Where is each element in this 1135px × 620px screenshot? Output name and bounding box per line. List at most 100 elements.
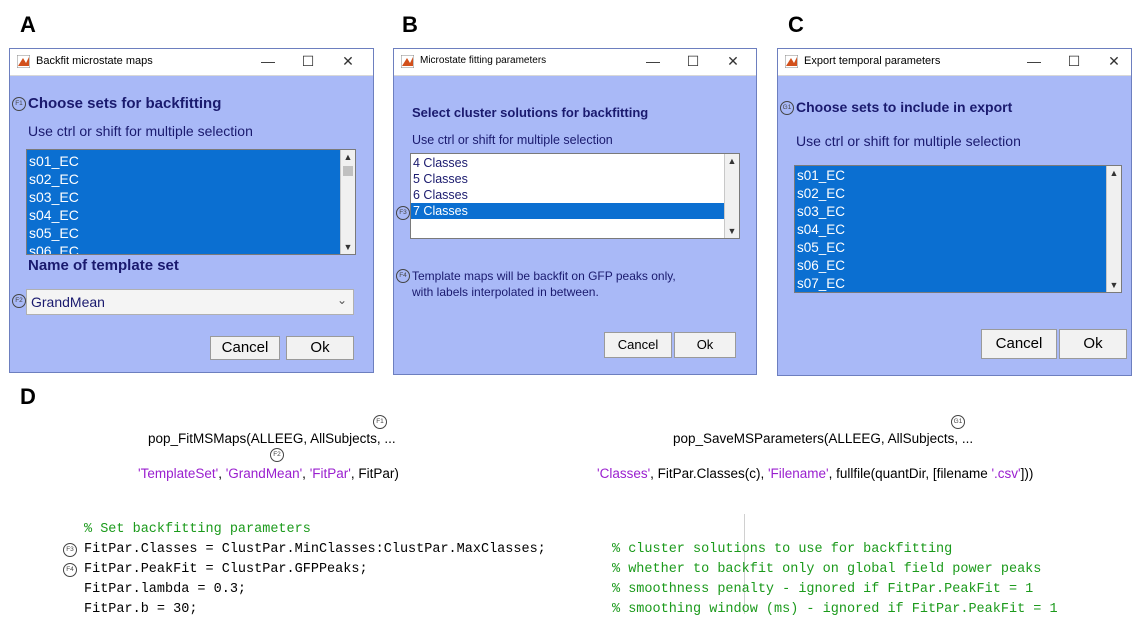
list-item[interactable]: 5 Classes — [411, 171, 739, 187]
list-item[interactable]: s05_EC — [795, 239, 1121, 257]
annotation-badge-f1: F1 — [12, 97, 26, 111]
string-templateset: 'TemplateSet' — [138, 466, 219, 481]
code-line-b: FitPar.b = 30; — [84, 602, 198, 617]
code-comment-peakfit: % whether to backfit only on global fiel… — [612, 562, 1042, 577]
string-grandmean: 'GrandMean' — [225, 466, 303, 481]
code-line-peakfit: FitPar.PeakFit = ClustPar.GFPPeaks; — [84, 562, 368, 577]
scroll-down-icon[interactable]: ▼ — [725, 224, 739, 238]
list-item[interactable]: s01_EC — [27, 152, 355, 170]
annotation-badge-g1: G1 — [951, 415, 965, 429]
annotation-badge-f2: F2 — [12, 294, 26, 308]
panel-letter-a: A — [20, 12, 36, 37]
selection-hint: Use ctrl or shift for multiple selection — [28, 123, 253, 139]
cancel-button[interactable]: Cancel — [981, 329, 1057, 359]
export-sets-listbox[interactable]: s01_EC s02_EC s03_EC s04_EC s05_EC s06_E… — [794, 165, 1122, 293]
sets-heading: Choose sets for backfitting — [28, 95, 222, 112]
list-item[interactable]: s03_EC — [795, 203, 1121, 221]
annotation-badge-f2: F2 — [270, 448, 284, 462]
fitmsmaps-call-line2: 'TemplateSet', 'GrandMean', 'FitPar', Fi… — [138, 466, 399, 481]
code-comment-b: % smoothing window (ms) - ignored if Fit… — [612, 602, 1058, 617]
code-text: , FitPar.Classes(c), — [650, 466, 768, 481]
code-line-lambda: FitPar.lambda = 0.3; — [84, 582, 247, 597]
savemsparameters-call-line1: pop_SaveMSParameters(ALLEEG, AllSubjects… — [673, 431, 974, 446]
panel-letter-c: C — [788, 12, 804, 37]
matlab-app-icon — [401, 55, 414, 68]
list-item[interactable]: s04_EC — [795, 221, 1121, 239]
title-bar: Backfit microstate maps — ☐ ✕ — [10, 49, 373, 76]
scrollbar[interactable]: ▲ ▼ — [1106, 166, 1121, 292]
list-item[interactable]: 6 Classes — [411, 187, 739, 203]
minimize-icon[interactable]: — — [1021, 51, 1047, 71]
ok-button[interactable]: Ok — [286, 336, 354, 360]
separator: , — [302, 466, 310, 481]
cancel-button[interactable]: Cancel — [604, 332, 672, 358]
annotation-badge-f3: F3 — [396, 206, 410, 220]
scroll-down-icon[interactable]: ▼ — [1107, 278, 1121, 292]
scroll-up-icon[interactable]: ▲ — [341, 150, 355, 164]
ok-button[interactable]: Ok — [674, 332, 736, 358]
dialog-export-temporal-parameters: Export temporal parameters — ☐ ✕ G1 Choo… — [777, 48, 1132, 376]
list-item[interactable]: s02_EC — [795, 185, 1121, 203]
classes-heading: Select cluster solutions for backfitting — [412, 105, 649, 120]
cancel-button[interactable]: Cancel — [210, 336, 280, 360]
separator: , — [218, 466, 226, 481]
list-item[interactable]: s07_EC — [795, 275, 1121, 292]
close-icon[interactable]: ✕ — [335, 51, 361, 71]
ok-button[interactable]: Ok — [1059, 329, 1127, 359]
scroll-up-icon[interactable]: ▲ — [725, 154, 739, 168]
minimize-icon[interactable]: — — [640, 51, 666, 71]
maximize-icon[interactable]: ☐ — [295, 51, 321, 71]
annotation-badge-f1: F1 — [373, 415, 387, 429]
code-header-comment: % Set backfitting parameters — [84, 522, 311, 537]
code-comment-classes: % cluster solutions to use for backfitti… — [612, 542, 953, 557]
title-bar: Export temporal parameters — ☐ ✕ — [778, 49, 1131, 76]
list-item[interactable]: s01_EC — [795, 167, 1121, 185]
list-item[interactable]: s02_EC — [27, 170, 355, 188]
list-item[interactable]: s06_EC — [27, 242, 355, 254]
peakfit-note-line2: with labels interpolated in between. — [412, 285, 599, 299]
export-heading: Choose sets to include in export — [796, 99, 1013, 115]
close-icon[interactable]: ✕ — [1101, 51, 1127, 71]
panel-letter-d: D — [20, 384, 36, 409]
scrollbar[interactable]: ▲ ▼ — [340, 150, 355, 254]
scroll-thumb[interactable] — [343, 166, 353, 176]
template-select-value: GrandMean — [31, 294, 105, 310]
matlab-app-icon — [785, 55, 798, 68]
template-select[interactable]: GrandMean ⌄ — [26, 289, 354, 315]
list-item[interactable]: s06_EC — [795, 257, 1121, 275]
string-csv: '.csv' — [991, 466, 1021, 481]
classes-listbox[interactable]: 4 Classes 5 Classes 6 Classes 7 Classes … — [410, 153, 740, 239]
code-text: ])) — [1020, 466, 1034, 481]
scroll-down-icon[interactable]: ▼ — [341, 240, 355, 254]
close-icon[interactable]: ✕ — [720, 51, 746, 71]
annotation-badge-f4: F4 — [396, 269, 410, 283]
panel-letter-b: B — [402, 12, 418, 37]
selection-hint: Use ctrl or shift for multiple selection — [412, 133, 613, 147]
list-item[interactable]: 4 Classes — [411, 155, 739, 171]
window-title: Export temporal parameters — [804, 55, 941, 67]
list-item[interactable]: s05_EC — [27, 224, 355, 242]
sets-listbox[interactable]: s01_EC s02_EC s03_EC s04_EC s05_EC s06_E… — [26, 149, 356, 255]
chevron-down-icon[interactable]: ⌄ — [337, 293, 347, 307]
maximize-icon[interactable]: ☐ — [1061, 51, 1087, 71]
matlab-app-icon — [17, 55, 30, 68]
minimize-icon[interactable]: — — [255, 51, 281, 71]
window-title: Microstate fitting parameters — [420, 55, 547, 66]
string-classes: 'Classes' — [597, 466, 651, 481]
list-item[interactable]: s03_EC — [27, 188, 355, 206]
string-fitpar: 'FitPar' — [309, 466, 351, 481]
scroll-up-icon[interactable]: ▲ — [1107, 166, 1121, 180]
list-item[interactable]: s04_EC — [27, 206, 355, 224]
annotation-badge-g1: G1 — [780, 101, 794, 115]
maximize-icon[interactable]: ☐ — [680, 51, 706, 71]
savemsparameters-call-line2: 'Classes', FitPar.Classes(c), 'Filename'… — [597, 466, 1033, 481]
dialog-backfit-microstate-maps: Backfit microstate maps — ☐ ✕ F1 Choose … — [9, 48, 374, 373]
title-bar: Microstate fitting parameters — ☐ ✕ — [394, 49, 756, 76]
list-item-selected[interactable]: 7 Classes — [411, 203, 724, 219]
string-filename: 'Filename' — [767, 466, 829, 481]
template-heading: Name of template set — [28, 257, 179, 274]
scrollbar[interactable]: ▲ ▼ — [724, 154, 739, 238]
code-comment-lambda: % smoothness penalty - ignored if FitPar… — [612, 582, 1034, 597]
code-text: , fullfile(quantDir, [filename — [828, 466, 992, 481]
fitmsmaps-call-line1: pop_FitMSMaps(ALLEEG, AllSubjects, ... — [148, 431, 396, 446]
